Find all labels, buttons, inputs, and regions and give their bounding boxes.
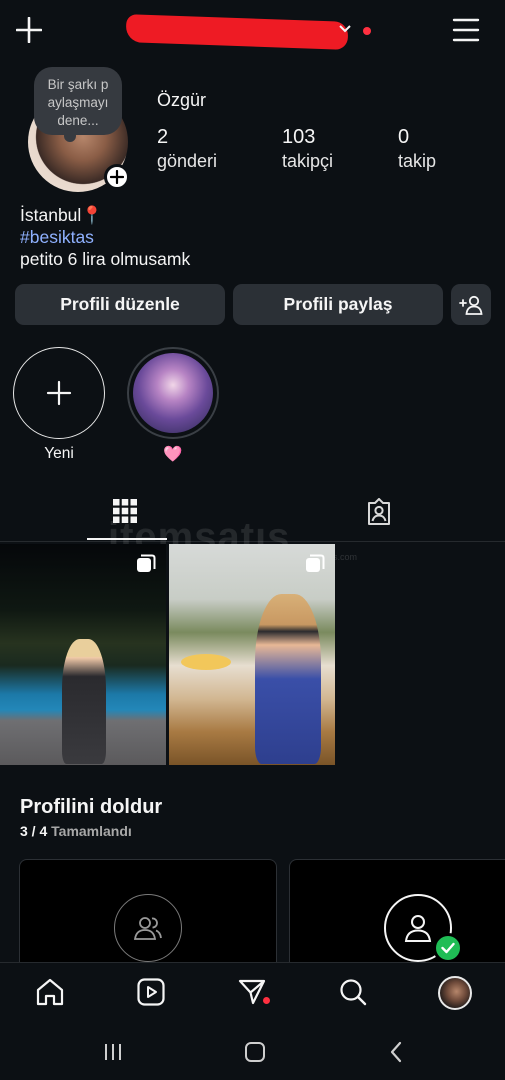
post-figure — [255, 594, 321, 764]
plus-icon — [110, 170, 124, 184]
carousel-icon — [137, 554, 156, 572]
followers-stat[interactable]: 103 takipçi — [282, 125, 333, 173]
hamburger-menu-icon[interactable] — [452, 17, 480, 43]
note-bubble-tail — [64, 130, 76, 142]
followers-label: takipçi — [282, 151, 334, 171]
profile-tab-avatar[interactable] — [438, 976, 472, 1010]
tagged-photos-icon[interactable] — [366, 498, 392, 526]
progress-label: Tamamlandı — [51, 823, 132, 839]
plus-icon — [46, 380, 72, 406]
highlight-label: 🩷 — [163, 446, 183, 463]
username-switcher[interactable] — [125, 14, 349, 50]
share-profile-button[interactable]: Profili paylaş — [233, 284, 443, 325]
completed-check-icon — [433, 933, 463, 963]
highlight-item[interactable]: 🩷 — [127, 347, 219, 464]
add-person-icon — [459, 295, 483, 315]
profile-photo-card[interactable] — [289, 859, 505, 969]
add-story-button[interactable] — [104, 164, 130, 190]
highlight-cover-image — [133, 353, 213, 433]
chevron-down-icon[interactable] — [338, 24, 352, 34]
post-thumbnail[interactable] — [0, 544, 166, 765]
home-button-icon[interactable] — [244, 1041, 266, 1063]
followers-count: 103 — [282, 126, 316, 148]
reels-icon[interactable] — [136, 977, 166, 1007]
system-navigation-bar — [0, 1022, 505, 1080]
posts-label: gönderi — [157, 151, 218, 171]
post-thumbnail[interactable] — [169, 544, 335, 765]
find-people-card[interactable] — [19, 859, 277, 969]
following-stat[interactable]: 0 takip — [398, 125, 436, 173]
create-plus-icon[interactable] — [16, 17, 42, 43]
profile-name: Özgür — [157, 90, 207, 110]
bio-location: İstanbul📍 — [20, 205, 104, 225]
highlight-ring — [127, 347, 219, 439]
bio-hashtag-link[interactable]: #besiktas — [20, 226, 190, 248]
following-label: takip — [398, 151, 437, 171]
new-highlight-circle — [13, 347, 105, 439]
home-icon[interactable] — [35, 977, 65, 1007]
note-bubble[interactable]: Bir şarkı p aylaşmayı dene... — [34, 67, 122, 135]
search-icon[interactable] — [338, 977, 368, 1007]
recent-apps-icon[interactable] — [103, 1042, 123, 1062]
complete-profile-title: Profilini doldur — [20, 796, 163, 818]
carousel-icon — [306, 554, 325, 572]
edit-profile-button[interactable]: Profili düzenle — [15, 284, 225, 325]
bottom-navigation — [0, 962, 505, 1022]
username-redaction — [125, 14, 349, 50]
back-icon[interactable] — [388, 1041, 404, 1063]
highlight-label-new: Yeni — [44, 445, 74, 462]
profile-bio: İstanbul📍 #besiktas petito 6 lira olmusa… — [20, 204, 190, 270]
new-highlight[interactable]: Yeni — [13, 347, 105, 463]
complete-profile-progress: 3 / 4 Tamamlandı — [20, 823, 132, 839]
people-icon — [133, 917, 162, 940]
discover-people-button[interactable] — [451, 284, 491, 325]
find-people-circle — [114, 894, 182, 962]
post-lamp — [181, 654, 231, 670]
posts-stat[interactable]: 2 gönderi — [157, 125, 217, 173]
notification-dot — [363, 27, 371, 35]
bio-text: petito 6 lira olmusamk — [20, 249, 191, 269]
person-icon — [404, 915, 432, 942]
post-figure — [62, 639, 106, 764]
progress-count: 3 / 4 — [20, 823, 48, 839]
posts-count: 2 — [157, 126, 169, 148]
following-count: 0 — [398, 126, 410, 148]
profile-header — [0, 0, 505, 62]
messages-notification-dot — [262, 996, 271, 1005]
